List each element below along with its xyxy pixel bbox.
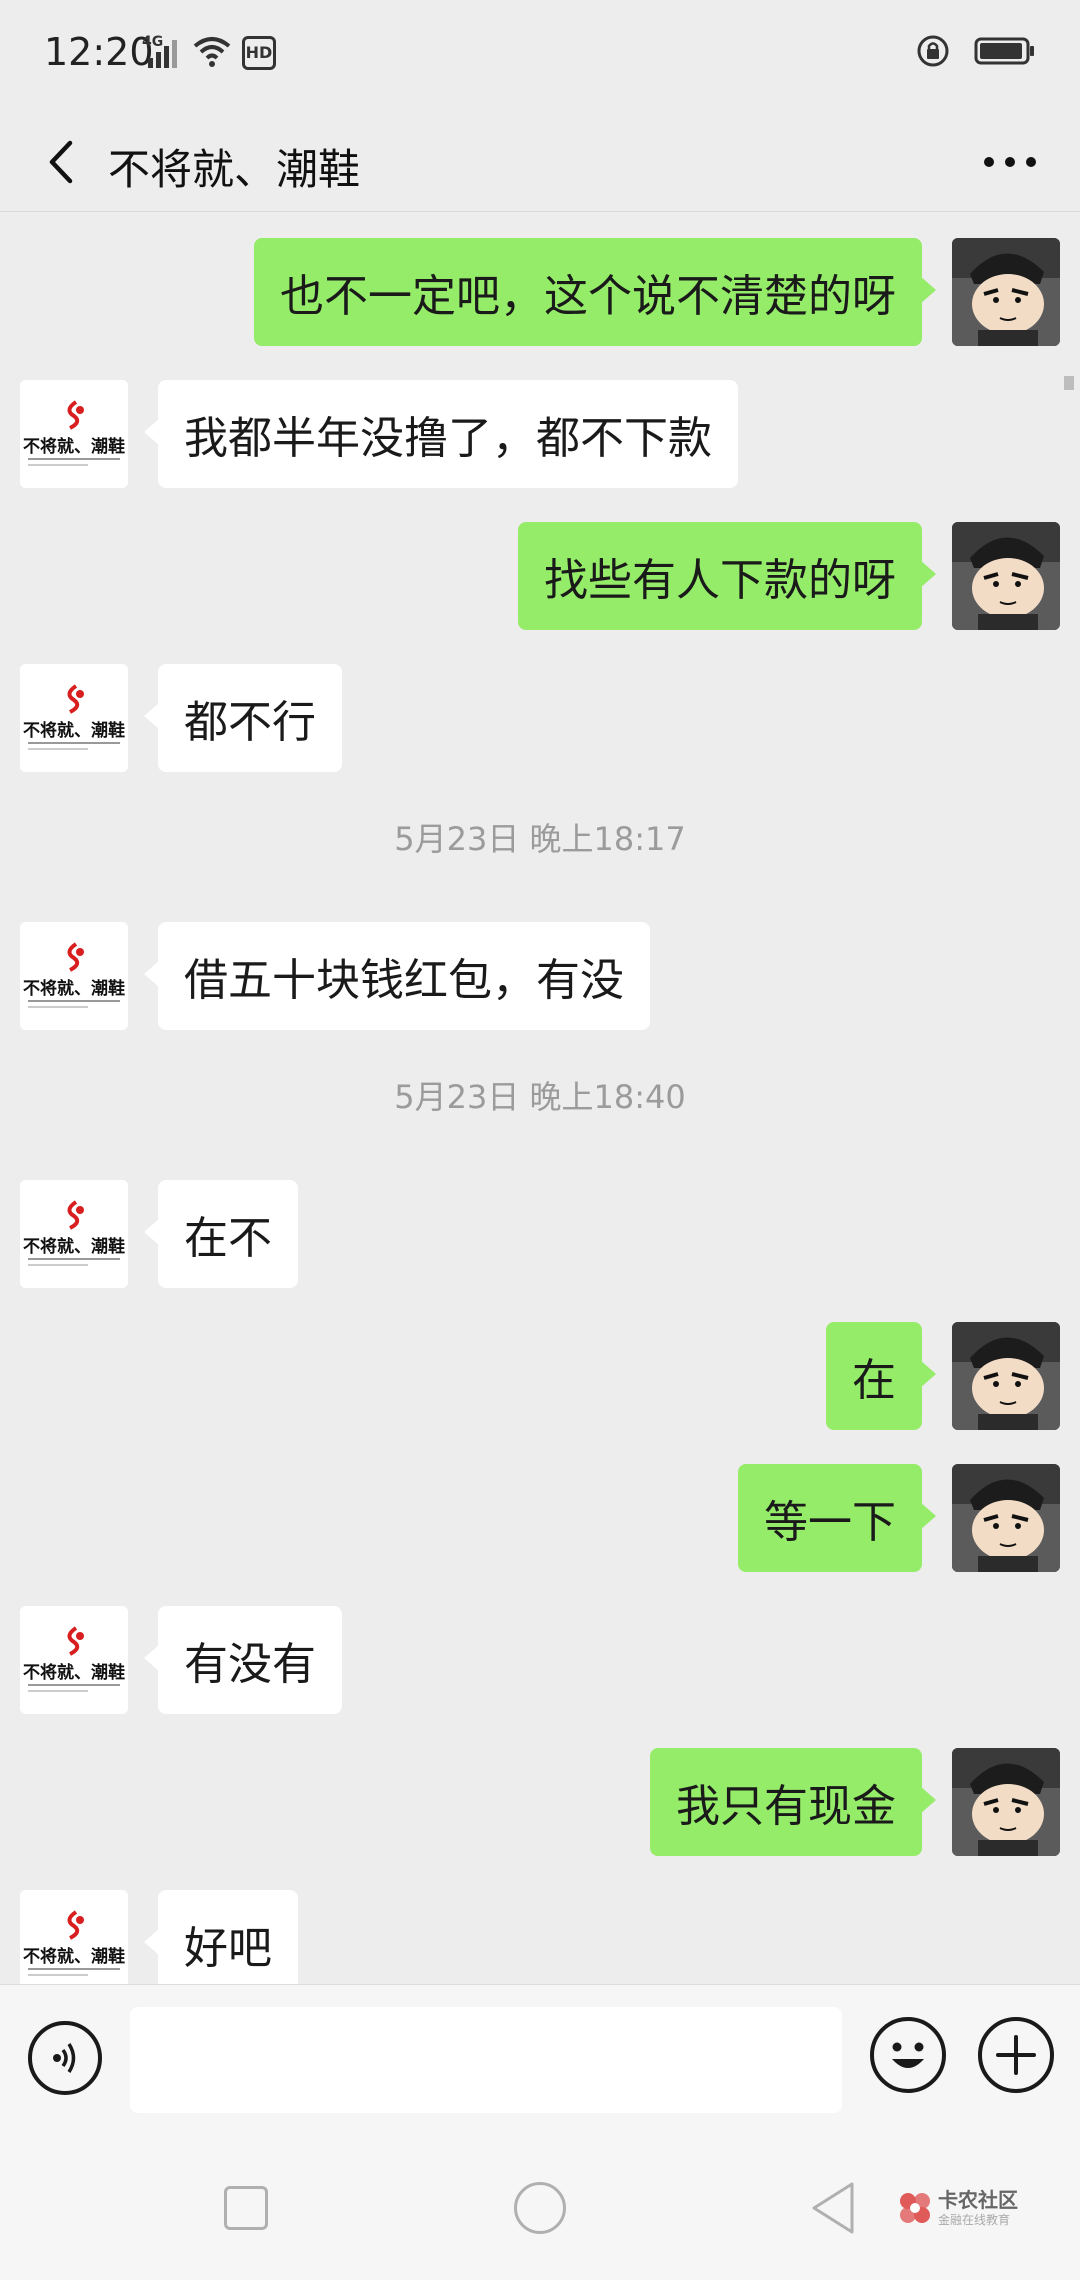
received-message: 不将就、潮鞋 我都半年没撸了，都不下款: [0, 380, 1080, 490]
watermark-title: 卡农社区: [938, 2188, 1018, 2212]
cartoon-avatar-image: [952, 1748, 1060, 1856]
chevron-left-icon: [49, 140, 73, 184]
system-back-button[interactable]: [808, 2180, 858, 2240]
chat-title: 不将就、潮鞋: [108, 145, 361, 194]
sent-message: 等一下: [0, 1464, 1080, 1574]
sent-message: 找些有人下款的呀: [0, 522, 1080, 632]
received-message: 不将就、潮鞋 好吧: [0, 1890, 1080, 1984]
message-timestamp: 5月23日 晚上18:40: [394, 1078, 686, 1116]
status-icons-right: [916, 34, 1036, 72]
contact-avatar[interactable]: 不将就、潮鞋: [20, 1180, 128, 1288]
sent-message: 也不一定吧，这个说不清楚的呀: [0, 238, 1080, 348]
watermark-subtitle: 金融在线教育: [938, 2213, 1011, 2227]
battery-icon: [974, 36, 1036, 70]
more-dots-icon: [984, 157, 1036, 167]
back-button[interactable]: [30, 132, 90, 192]
message-list[interactable]: 也不一定吧，这个说不清楚的呀 不将就、潮鞋 我都半年没撸了，都不下款 找些有人下款的呀…: [0, 212, 1080, 1984]
contact-avatar[interactable]: 不将就、潮鞋: [20, 1890, 128, 1984]
triangle-back-icon: [812, 2182, 854, 2234]
message-timestamp: 5月23日 晚上18:17: [394, 820, 686, 858]
shop-logo-image: 不将就、潮鞋: [20, 922, 128, 1030]
message-bubble[interactable]: 都不行: [144, 664, 342, 772]
avatar-logo-text: 不将就、潮鞋: [23, 720, 125, 741]
contact-avatar[interactable]: 不将就、潮鞋: [20, 380, 128, 488]
status-time: 12:20: [44, 30, 154, 74]
avatar-logo-text: 不将就、潮鞋: [23, 1662, 125, 1683]
message-bubble[interactable]: 好吧: [144, 1890, 298, 1984]
message-bubble[interactable]: 我都半年没撸了，都不下款: [144, 380, 738, 488]
voice-icon: [53, 2043, 76, 2073]
received-message: 不将就、潮鞋 都不行: [0, 664, 1080, 774]
avatar-logo-text: 不将就、潮鞋: [23, 1236, 125, 1257]
shop-logo-image: 不将就、潮鞋: [20, 1180, 128, 1288]
my-avatar[interactable]: [952, 522, 1060, 630]
more-functions-button[interactable]: [978, 2017, 1054, 2093]
contact-avatar[interactable]: 不将就、潮鞋: [20, 922, 128, 1030]
voice-input-button[interactable]: [28, 2021, 102, 2095]
recent-apps-button[interactable]: [224, 2186, 268, 2230]
message-bubble[interactable]: 在不: [144, 1180, 298, 1288]
avatar-logo-text: 不将就、潮鞋: [23, 978, 125, 999]
smiley-icon: [892, 2042, 924, 2068]
shop-logo-image: 不将就、潮鞋: [20, 1606, 128, 1714]
message-bubble[interactable]: 有没有: [144, 1606, 342, 1714]
avatar-logo-text: 不将就、潮鞋: [23, 436, 125, 457]
sent-message: 在: [0, 1322, 1080, 1432]
system-navigation-bar: 卡农社区 金融在线教育: [0, 2124, 1080, 2280]
home-button[interactable]: [514, 2182, 566, 2234]
status-bar: 12:20 4G HD: [0, 0, 1080, 112]
my-avatar[interactable]: [952, 1748, 1060, 1856]
shop-logo-image: 不将就、潮鞋: [20, 664, 128, 772]
message-bubble[interactable]: 等一下: [738, 1464, 936, 1572]
message-bubble[interactable]: 找些有人下款的呀: [518, 522, 936, 630]
message-bubble[interactable]: 也不一定吧，这个说不清楚的呀: [254, 238, 936, 346]
cartoon-avatar-image: [952, 1322, 1060, 1430]
cartoon-avatar-image: [952, 238, 1060, 346]
cartoon-avatar-image: [952, 522, 1060, 630]
avatar-logo-text: 不将就、潮鞋: [23, 1946, 125, 1967]
cartoon-avatar-image: [952, 1464, 1060, 1572]
my-avatar[interactable]: [952, 1464, 1060, 1572]
hd-icon: HD: [242, 36, 276, 70]
received-message: 不将就、潮鞋 借五十块钱红包，有没: [0, 922, 1080, 1032]
input-bar: [0, 1984, 1080, 2124]
more-options-button[interactable]: [970, 132, 1050, 192]
watermark-logo: [900, 2193, 930, 2223]
sent-message: 我只有现金: [0, 1748, 1080, 1858]
message-input[interactable]: [130, 2007, 842, 2113]
shop-logo-image: 不将就、潮鞋: [20, 1890, 128, 1984]
emoji-button[interactable]: [870, 2017, 946, 2093]
received-message: 不将就、潮鞋 在不: [0, 1180, 1080, 1290]
contact-avatar[interactable]: 不将就、潮鞋: [20, 664, 128, 772]
wifi-icon: [192, 34, 232, 72]
lock-rotation-icon: [916, 34, 950, 72]
shop-logo-image: 不将就、潮鞋: [20, 380, 128, 488]
signal-icon: 4G: [142, 34, 182, 70]
status-icons-left: 4G HD: [142, 34, 276, 72]
received-message: 不将就、潮鞋 有没有: [0, 1606, 1080, 1716]
my-avatar[interactable]: [952, 1322, 1060, 1430]
chat-header: 不将就、潮鞋: [0, 112, 1080, 212]
plus-icon: [996, 2035, 1036, 2075]
my-avatar[interactable]: [952, 238, 1060, 346]
message-bubble[interactable]: 我只有现金: [650, 1748, 936, 1856]
message-bubble[interactable]: 在: [826, 1322, 936, 1430]
contact-avatar[interactable]: 不将就、潮鞋: [20, 1606, 128, 1714]
watermark: 卡农社区 金融在线教育: [898, 2190, 1018, 2226]
message-bubble[interactable]: 借五十块钱红包，有没: [144, 922, 650, 1030]
